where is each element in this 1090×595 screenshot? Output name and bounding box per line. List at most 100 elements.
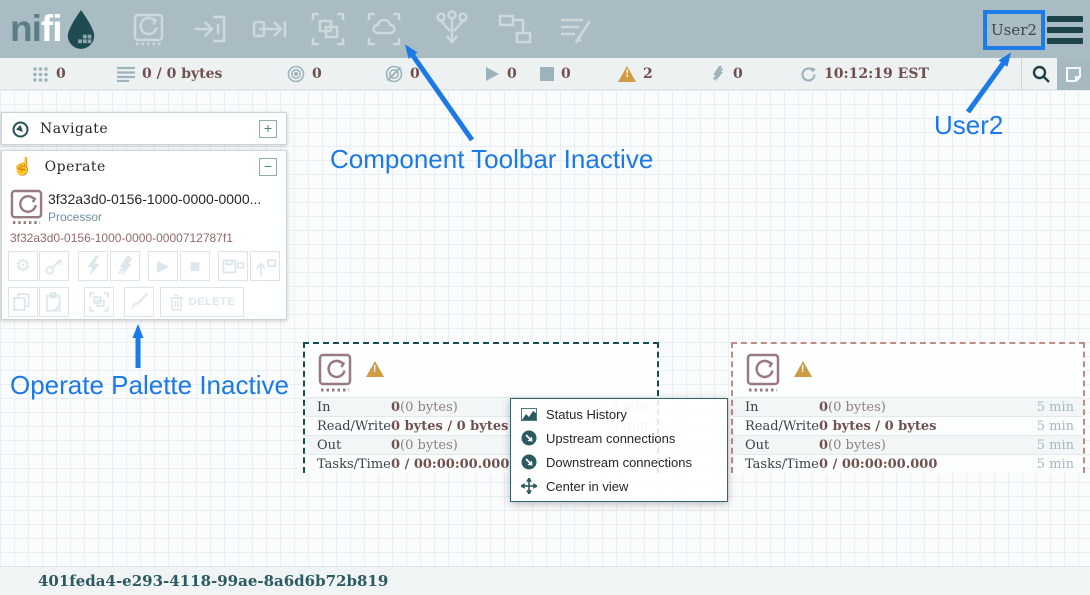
nifi-drop-icon — [64, 7, 98, 51]
stop-button[interactable]: ■ — [180, 251, 210, 281]
context-menu: Status History Upstream connections Down… — [510, 398, 728, 502]
active-threads-count: 0 — [56, 66, 66, 82]
process-group-icon[interactable] — [308, 9, 348, 49]
logo-ni: ni — [10, 8, 41, 50]
delete-label: DELETE — [189, 296, 235, 308]
navigate-palette: Navigate + — [1, 112, 287, 145]
selected-component-id: 3f32a3d0-0156-1000-0000-0000712787f1 — [10, 231, 233, 245]
paste-button[interactable] — [39, 287, 69, 317]
navigate-expand-button[interactable]: + — [259, 120, 277, 138]
transmitting-count: 0 — [312, 66, 322, 82]
search-icon — [1032, 65, 1050, 83]
running-count: 0 — [507, 66, 517, 82]
label-icon[interactable] — [556, 9, 596, 49]
menu-item-center-in-view[interactable]: Center in view — [511, 474, 727, 498]
stat-row-tasks: Tasks/Time 0 / 00:00:00.000 5 min — [733, 454, 1083, 473]
enable-button[interactable] — [78, 251, 108, 281]
active-threads-icon — [32, 66, 49, 83]
transmitting-icon — [287, 65, 305, 83]
upload-template-button[interactable] — [250, 251, 280, 281]
status-transmitting: 0 — [287, 58, 322, 90]
stopped-count: 0 — [561, 66, 571, 82]
current-user-badge: User2 — [983, 10, 1045, 50]
annotation-operate-palette: Operate Palette Inactive — [10, 370, 289, 401]
not-transmitting-icon — [385, 65, 403, 83]
stopped-icon — [540, 67, 554, 81]
status-running: 0 — [485, 58, 517, 90]
status-invalid: ! 2 — [618, 58, 653, 90]
brush-icon — [127, 290, 151, 314]
output-port-icon[interactable] — [250, 9, 290, 49]
copy-icon — [11, 290, 35, 314]
floppy-icon — [221, 254, 245, 278]
disable-button[interactable] — [110, 251, 140, 281]
processor-icon[interactable] — [128, 9, 168, 49]
status-disabled: 0 — [710, 58, 743, 90]
processor-warning-icon: ! — [366, 361, 384, 377]
funnel-icon[interactable] — [432, 9, 472, 49]
status-history-icon — [521, 408, 537, 421]
disabled-count: 0 — [733, 66, 743, 82]
annotation-component-toolbar: Component Toolbar Inactive — [330, 144, 653, 175]
downstream-connections-icon — [521, 454, 537, 470]
bulletin-board-button[interactable] — [1057, 58, 1090, 90]
compass-icon — [12, 121, 29, 138]
warning-icon: ! — [618, 66, 636, 82]
status-active-threads: 0 — [32, 58, 66, 90]
logo-fi: fi — [41, 8, 62, 50]
start-button[interactable]: ▶ — [148, 251, 178, 281]
status-stopped: 0 — [540, 58, 571, 90]
queued-count: 0 / 0 bytes — [142, 66, 222, 82]
remote-process-group-icon[interactable] — [364, 9, 404, 49]
hand-pointer-icon: ☝ — [12, 159, 34, 176]
center-in-view-icon — [521, 478, 537, 494]
group-button[interactable] — [84, 287, 114, 317]
template-icon[interactable] — [495, 9, 535, 49]
operate-header[interactable]: ☝ Operate — [2, 151, 286, 183]
global-menu-button[interactable] — [1047, 16, 1083, 44]
processor-glyph-icon — [318, 353, 352, 393]
navigate-header[interactable]: Navigate — [2, 113, 286, 145]
operate-title: Operate — [45, 159, 106, 175]
note-icon — [1065, 66, 1082, 83]
operate-palette: ☝ Operate − 3f32a3d0-0156-1000-0000-0000… — [1, 150, 287, 320]
save-template-button[interactable] — [218, 251, 248, 281]
menu-item-downstream-connections[interactable]: Downstream connections — [511, 450, 727, 474]
fill-color-button[interactable] — [124, 287, 154, 317]
app-header: nifi — [0, 0, 1090, 58]
configure-button[interactable]: ⚙ — [8, 251, 38, 281]
processor-component[interactable]: ! In 0 (0 bytes) 5 min Read/Write 0 byte… — [731, 342, 1085, 473]
running-icon — [485, 66, 500, 82]
key-icon — [43, 255, 65, 277]
nifi-app: nifi — [0, 0, 1090, 595]
not-transmitting-count: 0 — [410, 66, 420, 82]
status-bar-separator — [1021, 58, 1022, 90]
stat-row-readwrite: Read/Write 0 bytes / 0 bytes 5 min — [733, 416, 1083, 435]
queued-icon — [117, 66, 135, 82]
trash-icon — [169, 294, 184, 311]
access-policies-button[interactable] — [39, 251, 69, 281]
menu-item-status-history[interactable]: Status History — [511, 402, 727, 426]
search-button[interactable] — [1024, 58, 1057, 90]
status-queued: 0 / 0 bytes — [117, 58, 222, 90]
invalid-count: 2 — [643, 66, 653, 82]
menu-item-upstream-connections[interactable]: Upstream connections — [511, 426, 727, 450]
processor-glyph-icon — [746, 353, 780, 393]
current-user-label: User2 — [991, 21, 1037, 39]
status-refresh[interactable]: 10:12:19 EST — [800, 58, 929, 90]
stat-row-in: In 0 (0 bytes) 5 min — [733, 397, 1083, 416]
delete-button[interactable]: DELETE — [160, 287, 244, 317]
status-not-transmitting: 0 — [385, 58, 420, 90]
input-port-icon[interactable] — [192, 9, 232, 49]
selected-component-name: 3f32a3d0-0156-1000-0000-0000... — [48, 191, 280, 207]
navigate-title: Navigate — [40, 121, 108, 137]
operate-collapse-button[interactable]: − — [259, 158, 277, 176]
copy-button[interactable] — [8, 287, 38, 317]
group-icon — [87, 290, 111, 314]
refresh-icon[interactable] — [800, 66, 817, 83]
process-group-id: 401feda4-e293-4118-99ae-8a6d6b72b819 — [38, 572, 388, 590]
upload-icon — [253, 254, 277, 278]
disabled-icon — [710, 66, 726, 82]
upstream-connections-icon — [521, 430, 537, 446]
bolt-icon — [84, 256, 102, 276]
